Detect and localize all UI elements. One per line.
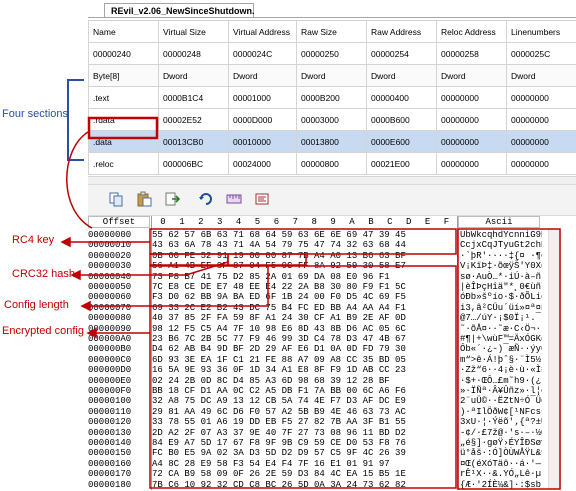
table-cell[interactable]: Virtual Size <box>159 21 229 43</box>
table-cell[interactable]: 0000025C <box>507 43 576 65</box>
byte-column-header: 1 <box>173 216 191 228</box>
offset-row[interactable]: 00000240000002480000024C0000025000000254… <box>89 43 576 65</box>
table-cell[interactable]: Dword <box>229 65 297 87</box>
type-row[interactable]: Byte[8]DwordDwordDwordDwordDwordDword <box>89 65 576 87</box>
byte-column-header: 9 <box>324 216 342 228</box>
table-cell[interactable]: Dword <box>367 65 437 87</box>
section-row[interactable]: .rdata00002E520000D000000030000000B60000… <box>89 109 576 131</box>
byte-column-header: 6 <box>267 216 285 228</box>
table-cell[interactable]: Byte[8] <box>89 65 159 87</box>
section-row[interactable]: .reloc000006BC000240000000080000021E0000… <box>89 153 576 175</box>
byte-column-header: F <box>438 216 456 228</box>
paste-icon[interactable] <box>136 191 152 207</box>
byte-column-header: E <box>419 216 437 228</box>
table-cell[interactable]: 00000254 <box>367 43 437 65</box>
table-cell[interactable]: Dword <box>507 65 576 87</box>
table-cell[interactable]: 000006BC <box>159 153 229 175</box>
byte-column-header: 8 <box>305 216 323 228</box>
table-cell[interactable]: Name <box>89 21 159 43</box>
byte-column-header: B <box>362 216 380 228</box>
table-cell[interactable]: 0000024C <box>229 43 297 65</box>
byte-column-header: C <box>381 216 399 228</box>
table-cell[interactable]: 00000000 <box>507 131 576 153</box>
table-cell[interactable]: Dword <box>437 65 507 87</box>
tab-divider <box>88 17 576 18</box>
section-row[interactable]: .data00013CB000010000000138000000E600000… <box>89 131 576 153</box>
table-cell[interactable]: 00013CB0 <box>159 131 229 153</box>
table-cell[interactable]: 00000000 <box>507 153 576 175</box>
column-divider <box>457 216 458 490</box>
script-icon[interactable] <box>254 191 270 207</box>
table-cell[interactable]: 00000240 <box>89 43 159 65</box>
table-cell[interactable]: 00000258 <box>437 43 507 65</box>
byte-column-header: 5 <box>249 216 267 228</box>
table-cell[interactable]: 00000000 <box>507 109 576 131</box>
table-cell[interactable]: 00000800 <box>297 153 367 175</box>
config-length-label: Config length <box>4 299 69 311</box>
table-cell[interactable]: 00010000 <box>229 131 297 153</box>
table-cell[interactable]: 0000B200 <box>297 87 367 109</box>
row-offset[interactable]: 00000180 <box>88 479 150 491</box>
export-icon[interactable] <box>164 191 180 207</box>
table-cell[interactable]: 00000000 <box>437 109 507 131</box>
byte-column-header: A <box>343 216 361 228</box>
table-cell[interactable]: 0000B1C4 <box>159 87 229 109</box>
ruler-icon[interactable] <box>226 191 242 207</box>
refresh-icon[interactable] <box>198 191 214 207</box>
vertical-scrollbar[interactable] <box>548 228 561 490</box>
table-cell[interactable]: 00001000 <box>229 87 297 109</box>
table-cell[interactable]: 00000000 <box>437 153 507 175</box>
four-sections-label: Four sections <box>2 108 68 120</box>
file-tab[interactable]: REvil_v2.06_NewSinceShutdown. <box>104 3 254 17</box>
byte-column-header: D <box>400 216 418 228</box>
crc32-hash-label: CRC32 hash <box>12 268 75 280</box>
ascii-header: Ascii <box>458 216 540 228</box>
blue-bracket <box>68 80 84 160</box>
section-row[interactable]: .text0000B1C4000010000000B20000000400000… <box>89 87 576 109</box>
table-cell[interactable]: 00000000 <box>507 87 576 109</box>
row-ascii[interactable]: {Æ·'2ÍÈ¼&]·:$sb‚ <box>460 479 542 491</box>
offset-header: Offset <box>88 216 150 228</box>
table-cell[interactable]: 00000400 <box>367 87 437 109</box>
byte-column-header: 2 <box>192 216 210 228</box>
table-cell[interactable]: 00000000 <box>437 131 507 153</box>
row-bytes[interactable]: 7B C6 10 92 32 CD C8 BC 26 5D 0A 3A 24 7… <box>152 479 457 491</box>
table-cell[interactable]: Dword <box>159 65 229 87</box>
column-header-row[interactable]: NameVirtual SizeVirtual AddressRaw SizeR… <box>89 21 576 43</box>
rc4-key-label: RC4 key <box>12 234 54 246</box>
table-cell[interactable]: Raw Size <box>297 21 367 43</box>
table-cell[interactable]: 00002E52 <box>159 109 229 131</box>
hex-toolbar <box>88 184 576 216</box>
table-cell[interactable]: 00024000 <box>229 153 297 175</box>
table-cell[interactable]: .rdata <box>89 109 159 131</box>
table-cell[interactable]: 00000248 <box>159 43 229 65</box>
table-cell[interactable]: 00000250 <box>297 43 367 65</box>
table-cell[interactable]: 0000B600 <box>367 109 437 131</box>
table-cell[interactable]: Linenumbers <box>507 21 576 43</box>
encrypted-config-label: Encrypted config <box>2 325 84 337</box>
table-cell[interactable]: 0000E600 <box>367 131 437 153</box>
table-cell[interactable]: Virtual Address <box>229 21 297 43</box>
byte-column-header: 4 <box>230 216 248 228</box>
table-cell[interactable]: 0000D000 <box>229 109 297 131</box>
table-cell[interactable]: .data <box>89 131 159 153</box>
table-cell[interactable]: 00021E00 <box>367 153 437 175</box>
table-cell[interactable]: .reloc <box>89 153 159 175</box>
table-cell[interactable]: 00000000 <box>437 87 507 109</box>
hex-editor[interactable]: Offset 0123456789ABCDEF Ascii 0000000055… <box>88 216 576 490</box>
table-cell[interactable]: 00003000 <box>297 109 367 131</box>
byte-column-header: 7 <box>286 216 304 228</box>
table-cell[interactable]: 00013800 <box>297 131 367 153</box>
table-cell[interactable]: Reloc Address <box>437 21 507 43</box>
byte-column-headers: 0123456789ABCDEF <box>152 216 452 228</box>
section-headers-table: NameVirtual SizeVirtual AddressRaw SizeR… <box>88 20 576 175</box>
copy-icon[interactable] <box>108 191 124 207</box>
table-cell[interactable]: Dword <box>297 65 367 87</box>
table-cell[interactable]: Raw Address <box>367 21 437 43</box>
table-cell[interactable]: .text <box>89 87 159 109</box>
byte-column-header: 0 <box>154 216 172 228</box>
byte-column-header: 3 <box>211 216 229 228</box>
